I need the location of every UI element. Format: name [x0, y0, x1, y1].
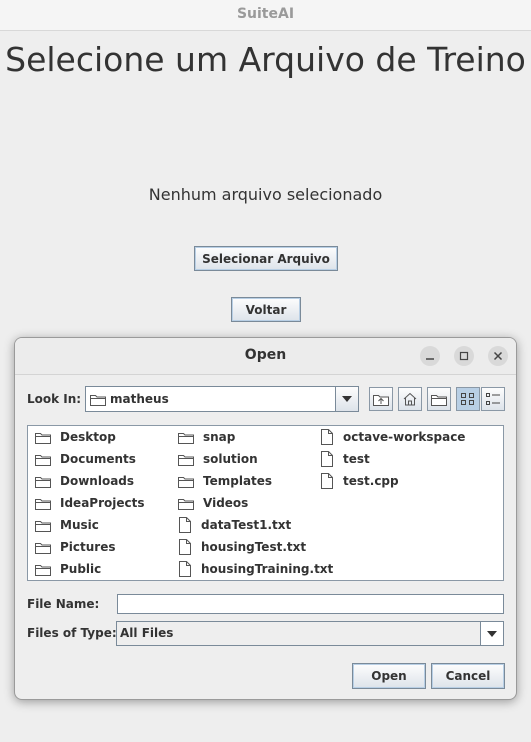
window-titlebar: SuiteAI: [0, 0, 531, 31]
file-name-label: File Name:: [27, 597, 100, 611]
folder-icon: [178, 431, 199, 444]
open-button[interactable]: Open: [352, 663, 426, 689]
list-item[interactable]: snap: [178, 427, 235, 447]
list-item-label: IdeaProjects: [60, 496, 145, 510]
select-file-button[interactable]: Selecionar Arquivo: [194, 246, 338, 271]
list-item[interactable]: housingTest.txt: [178, 537, 306, 557]
folder-icon: [35, 541, 56, 554]
selection-status: Nenhum arquivo selecionado: [148, 185, 383, 204]
list-item[interactable]: Templates: [178, 471, 272, 491]
open-file-dialog: Open Look In: matheus Desktop Documents Do…: [14, 337, 517, 700]
list-item-label: housingTest.txt: [201, 540, 307, 554]
minimize-icon[interactable]: [420, 346, 440, 366]
list-item[interactable]: Downloads: [35, 471, 134, 491]
close-icon[interactable]: [488, 346, 508, 366]
dialog-header: Open: [15, 338, 516, 375]
folder-icon: [35, 431, 56, 444]
list-item[interactable]: Documents: [35, 449, 136, 469]
list-item-label: Desktop: [60, 430, 116, 444]
list-item[interactable]: test: [320, 449, 370, 469]
folder-icon: [35, 497, 56, 510]
list-item[interactable]: octave-workspace: [320, 427, 465, 447]
file-icon: [178, 517, 197, 533]
list-item[interactable]: Videos: [178, 493, 248, 513]
details-view-icon[interactable]: [481, 387, 505, 411]
chevron-down-icon[interactable]: [335, 387, 358, 411]
list-item[interactable]: dataTest1.txt: [178, 515, 291, 535]
list-item-label: test.cpp: [343, 474, 399, 488]
list-item-label: Templates: [203, 474, 273, 488]
list-item-label: Public: [60, 562, 102, 576]
folder-icon: [35, 453, 56, 466]
page-title: Selecione um Arquivo de Treino: [5, 40, 526, 79]
folder-icon: [178, 453, 199, 466]
window-title: SuiteAI: [236, 6, 295, 22]
file-icon: [178, 561, 197, 577]
list-item-label: housingTraining.txt: [201, 562, 334, 576]
file-type-value: All Files: [120, 626, 174, 640]
list-view-icon[interactable]: [456, 387, 480, 411]
file-name-input[interactable]: [117, 594, 504, 614]
folder-icon: [178, 497, 199, 510]
list-item[interactable]: Music: [35, 515, 99, 535]
list-item-label: octave-workspace: [343, 430, 466, 444]
file-icon: [320, 451, 339, 467]
maximize-icon[interactable]: [454, 346, 474, 366]
file-icon: [178, 539, 197, 555]
list-item[interactable]: solution: [178, 449, 258, 469]
look-in-label: Look In:: [27, 392, 82, 406]
list-item-label: snap: [203, 430, 236, 444]
list-item[interactable]: Desktop: [35, 427, 116, 447]
folder-icon: [35, 519, 56, 532]
look-in-combo[interactable]: matheus: [85, 386, 359, 412]
list-item-label: Music: [60, 518, 99, 532]
list-item-label: Videos: [203, 496, 249, 510]
list-item[interactable]: Pictures: [35, 537, 116, 557]
cancel-button[interactable]: Cancel: [431, 663, 505, 689]
list-item-label: Pictures: [60, 540, 116, 554]
folder-icon: [178, 475, 199, 488]
home-icon[interactable]: [398, 387, 422, 411]
folder-icon: [35, 563, 56, 576]
list-item-label: test: [343, 452, 370, 466]
file-list[interactable]: Desktop Documents Downloads IdeaProjects Mus…: [27, 425, 504, 581]
back-button[interactable]: Voltar: [231, 297, 301, 322]
file-type-label: Files of Type:: [27, 626, 117, 640]
file-icon: [320, 429, 339, 445]
list-item[interactable]: Public: [35, 559, 101, 579]
list-item[interactable]: test.cpp: [320, 471, 399, 491]
list-item-label: solution: [203, 452, 258, 466]
list-item[interactable]: housingTraining.txt: [178, 559, 333, 579]
file-icon: [320, 473, 339, 489]
folder-icon: [35, 475, 56, 488]
look-in-value: matheus: [110, 392, 169, 406]
list-item-label: dataTest1.txt: [201, 518, 292, 532]
chevron-down-icon[interactable]: [480, 622, 503, 645]
new-folder-icon[interactable]: [427, 387, 451, 411]
list-item-label: Documents: [60, 452, 136, 466]
up-one-level-icon[interactable]: [369, 387, 393, 411]
file-type-combo[interactable]: All Files: [116, 621, 504, 646]
dialog-title: Open: [244, 347, 287, 363]
list-item-label: Downloads: [60, 474, 135, 488]
folder-icon: [90, 395, 106, 406]
list-item[interactable]: IdeaProjects: [35, 493, 145, 513]
